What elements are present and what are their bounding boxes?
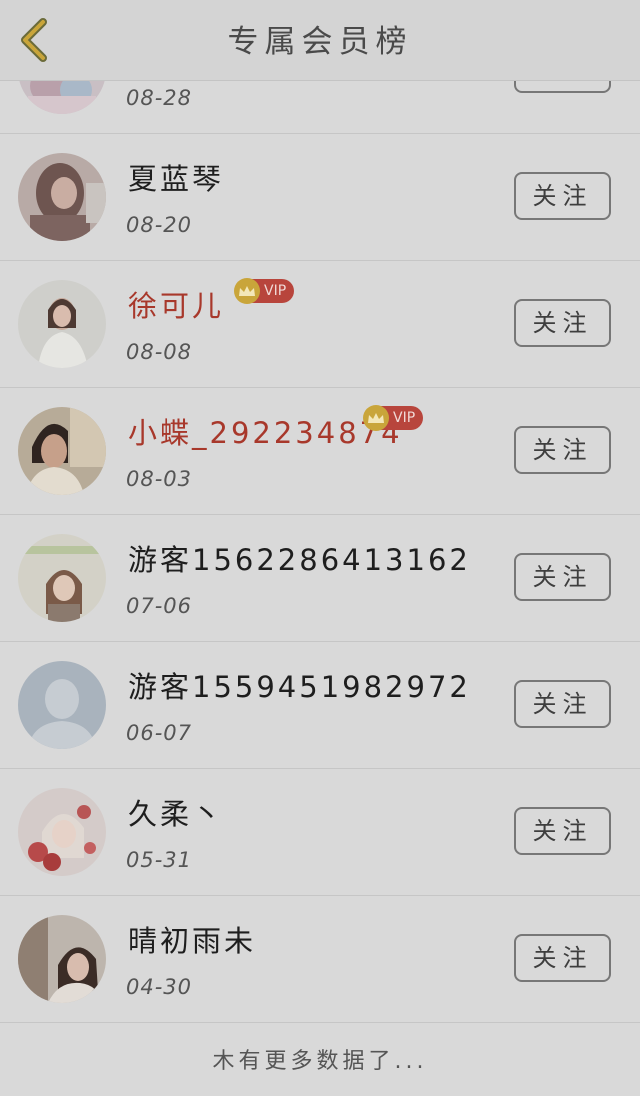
follow-button[interactable]: 关注 (514, 553, 611, 601)
follow-button[interactable]: 关注 (514, 172, 611, 220)
member-date: 07-06 (126, 594, 193, 618)
member-name: 晴初雨未 (128, 924, 257, 958)
avatar-anime-girl-icon (18, 534, 106, 622)
avatar-costume-man-icon (18, 407, 106, 495)
list-item[interactable]: 夏蓝琴 08-20 关注 (0, 134, 640, 261)
follow-button[interactable]: 关注 (514, 934, 611, 982)
vip-badge: VIP (363, 405, 424, 431)
avatar-woman-sitting-icon (18, 280, 106, 368)
list-item[interactable]: 游客1559451982972 06-07 关注 (0, 642, 640, 769)
page-title: 专属会员榜 (227, 24, 413, 60)
list-item[interactable]: 久柔丶 05-31 关注 (0, 769, 640, 896)
member-name: 久柔丶 (128, 797, 225, 831)
avatar-anime-roses-icon (18, 788, 106, 876)
member-date: 04-30 (126, 975, 193, 999)
avatar-default-silhouette-icon (18, 661, 106, 749)
follow-button[interactable]: 关注 (514, 807, 611, 855)
crown-icon (234, 278, 260, 304)
member-name: 游客1562286413162 (128, 543, 471, 577)
header-bar: 专属会员榜 (0, 0, 640, 81)
chevron-left-icon (21, 18, 47, 62)
crown-icon (363, 405, 389, 431)
avatar[interactable] (18, 788, 106, 876)
list-item[interactable]: 游客1562286413162 07-06 关注 (0, 515, 640, 642)
avatar[interactable] (18, 915, 106, 1003)
member-name: 游客1559451982972 (128, 670, 471, 704)
list-item[interactable]: 徐可儿 VIP 08-08 关注 (0, 261, 640, 388)
screen: 08-28 关注 夏蓝琴 08-20 关注 (0, 0, 640, 1096)
list-item[interactable]: 小蝶_292234874 VIP 08-03 关注 (0, 388, 640, 515)
member-date: 08-20 (126, 213, 193, 237)
member-date: 05-31 (126, 848, 193, 872)
back-button[interactable] (10, 14, 58, 66)
member-date: 08-28 (126, 86, 193, 110)
avatar-woman-selfie-icon (18, 915, 106, 1003)
avatar[interactable] (18, 280, 106, 368)
follow-button[interactable]: 关注 (514, 426, 611, 474)
end-of-list-text: 木有更多数据了... (212, 1049, 428, 1074)
member-date: 06-07 (126, 721, 193, 745)
member-date: 08-03 (126, 467, 193, 491)
vip-badge: VIP (234, 278, 295, 304)
avatar-woman-long-hair-icon (18, 153, 106, 241)
avatar[interactable] (18, 407, 106, 495)
avatar[interactable] (18, 153, 106, 241)
follow-button[interactable]: 关注 (514, 299, 611, 347)
avatar[interactable] (18, 661, 106, 749)
member-date: 08-08 (126, 340, 193, 364)
avatar[interactable] (18, 534, 106, 622)
list-item[interactable]: 晴初雨未 04-30 关注 (0, 896, 640, 1023)
follow-button[interactable]: 关注 (514, 680, 611, 728)
member-name: 小蝶_292234874 (128, 416, 403, 450)
member-name: 徐可儿 (128, 289, 225, 323)
member-name: 夏蓝琴 (128, 162, 225, 196)
